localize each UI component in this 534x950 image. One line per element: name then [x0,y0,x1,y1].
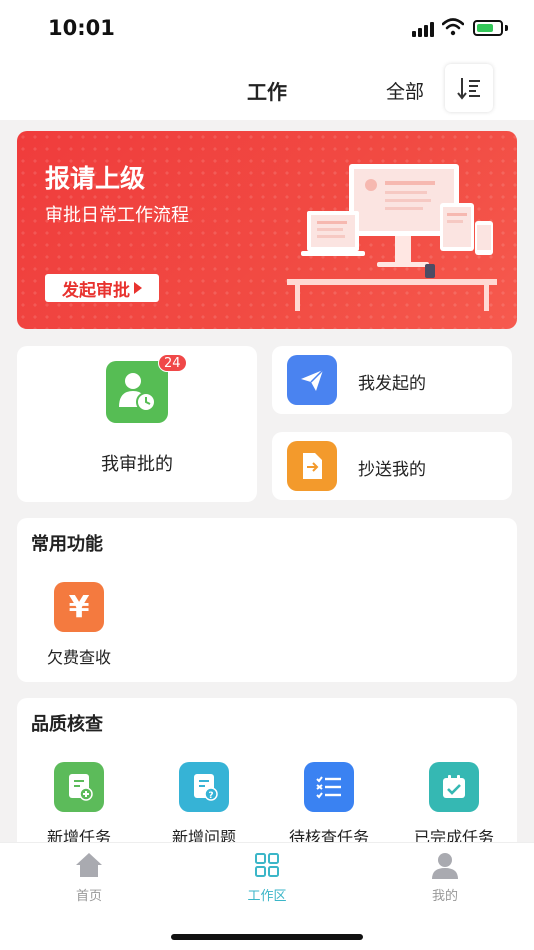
question-doc-icon: ? [179,762,229,812]
pending-count-badge: 24 [158,354,187,372]
home-indicator [171,934,363,940]
arrears-collection-item[interactable]: ¥ 欠费查收 [29,582,129,668]
section-title: 品质核查 [31,714,103,735]
calendar-check-icon [429,762,479,812]
cc-to-me-card[interactable]: 抄送我的 [272,432,512,500]
cc-to-me-label: 抄送我的 [358,460,426,480]
home-icon [76,853,102,877]
initiated-card[interactable]: 我发起的 [272,346,512,414]
status-time: 10:01 [48,16,115,40]
tab-home-label: 首页 [75,889,102,904]
completed-task-item[interactable]: 已完成任务 [404,762,504,848]
section-title: 常用功能 [31,534,103,555]
sort-icon [457,78,480,100]
desk-computer-illustration [287,164,497,311]
my-approvals-card[interactable]: 24 我审批的 [17,346,257,502]
tab-me-label: 我的 [431,889,458,904]
my-approvals-label: 我审批的 [101,454,173,475]
user-icon [432,853,458,879]
battery-icon [473,20,503,36]
user-clock-icon [106,361,168,423]
common-functions-section: 常用功能 ¥ 欠费查收 [17,518,517,682]
paper-plane-icon [287,355,337,405]
svg-text:?: ? [208,791,213,801]
play-arrow-icon [134,282,142,294]
tab-home[interactable]: 首页 [29,851,149,904]
new-issue-item[interactable]: ? 新增问题 [154,762,254,848]
initiated-label: 我发起的 [358,374,426,394]
cellular-signal-icon [412,22,434,37]
file-forward-icon [287,441,337,491]
add-doc-icon [54,762,104,812]
banner-title: 报请上级 [45,164,146,193]
tab-workspace-label: 工作区 [247,889,287,904]
pending-check-item[interactable]: 待核查任务 [279,762,379,848]
wifi-icon [442,18,464,36]
tab-me[interactable]: 我的 [385,851,505,904]
status-bar: 10:01 [0,0,534,58]
banner-subtitle: 审批日常工作流程 [45,205,189,226]
yen-icon: ¥ [54,582,104,632]
arrears-collection-label: 欠费查收 [46,648,111,667]
filter-all-button[interactable]: 全部 [386,77,424,104]
checklist-icon [304,762,354,812]
quality-check-section: 品质核查 新增任务 ? 新增问题 待核查任务 已完成任务 [17,698,517,858]
start-approval-label: 发起审批 [62,280,130,301]
grid-icon [255,853,279,877]
approval-banner[interactable]: 报请上级 审批日常工作流程 发起审批 [17,131,517,329]
app-header: 工作 全部 [0,58,534,120]
start-approval-button[interactable]: 发起审批 [45,274,159,302]
sort-button[interactable] [445,64,493,112]
new-task-item[interactable]: 新增任务 [29,762,129,848]
tab-workspace[interactable]: 工作区 [207,851,327,904]
